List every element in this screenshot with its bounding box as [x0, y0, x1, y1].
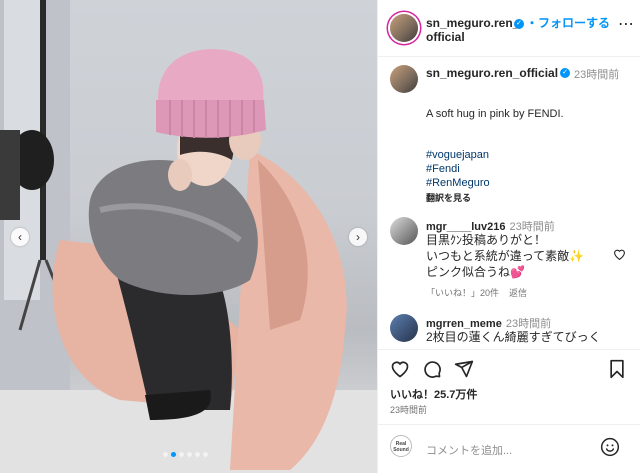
- likes-count[interactable]: いいね！25.7万件: [390, 386, 477, 402]
- post-side-panel: sn_meguro.ren_ official ✓ ・フォローする ⋯ sn_m…: [377, 0, 640, 473]
- verified-badge-icon: ✓: [560, 68, 570, 78]
- chevron-right-icon: ›: [356, 230, 360, 244]
- carousel-dot: [163, 452, 168, 457]
- author-username-line2[interactable]: official: [426, 30, 526, 44]
- post-photo[interactable]: ‹ ›: [0, 0, 377, 473]
- comment-avatar[interactable]: [390, 314, 418, 342]
- author-username-line1[interactable]: sn_meguro.ren_: [426, 16, 526, 30]
- verified-badge-icon: ✓: [514, 19, 524, 29]
- carousel-dot: [203, 452, 208, 457]
- comments-scroll-area[interactable]: sn_meguro.ren_official ✓ 23時間前 A soft hu…: [378, 58, 640, 348]
- hashtag-link[interactable]: #voguejapan: [426, 149, 489, 161]
- carousel-dot-active: [171, 452, 176, 457]
- comment-text-line: ピンク似合うね💕: [426, 265, 525, 279]
- add-comment-input[interactable]: コメントを追加...: [426, 442, 512, 458]
- comment-text-line: 目黒ｸﾝ投稿ありがと！: [426, 233, 547, 247]
- share-paper-plane-icon[interactable]: [454, 359, 474, 379]
- reply-button[interactable]: 返信: [509, 288, 527, 298]
- more-options-icon[interactable]: ⋯: [618, 14, 635, 34]
- post-actions: いいね！25.7万件 23時間前: [378, 349, 640, 435]
- caption-text: A soft hug in pink by FENDI.: [426, 108, 564, 120]
- caption-author-avatar[interactable]: [390, 65, 418, 93]
- author-avatar[interactable]: [390, 14, 418, 42]
- translate-link[interactable]: 翻訳を見る: [426, 191, 471, 204]
- hashtag-link[interactable]: #Fendi: [426, 163, 460, 175]
- previous-photo-button[interactable]: ‹: [11, 228, 29, 246]
- next-photo-button[interactable]: ›: [349, 228, 367, 246]
- comment-meta: 「いいね！」20件 返信: [426, 286, 537, 299]
- hashtag-link[interactable]: #RenMeguro: [426, 177, 490, 189]
- comment-bubble-icon[interactable]: [422, 359, 442, 379]
- comment-avatar[interactable]: [390, 217, 418, 245]
- real-sound-avatar: Real Sound: [390, 435, 412, 457]
- comment-text-line: 2枚目の蓮くん綺麗すぎてびっく: [426, 330, 601, 344]
- carousel-indicator: [163, 452, 208, 457]
- post-time: 23時間前: [390, 405, 428, 415]
- emoji-smiley-icon[interactable]: [600, 437, 620, 457]
- like-heart-icon[interactable]: [390, 359, 410, 379]
- comment-likes-count[interactable]: 「いいね！」20件: [426, 288, 499, 298]
- post-header: sn_meguro.ren_ official ✓ ・フォローする ⋯: [378, 0, 640, 57]
- photo-illustration: [0, 0, 377, 473]
- caption-username[interactable]: sn_meguro.ren_official: [426, 66, 558, 80]
- carousel-dot: [179, 452, 184, 457]
- save-bookmark-icon[interactable]: [608, 359, 626, 379]
- real-sound-badge-text: Sound: [393, 447, 409, 453]
- carousel-dot: [195, 452, 200, 457]
- chevron-left-icon: ‹: [18, 230, 22, 244]
- follow-button[interactable]: ・フォローする: [526, 16, 610, 30]
- add-comment-bar: Real Sound コメントを追加...: [378, 424, 640, 473]
- author-username[interactable]: sn_meguro.ren_ official: [426, 16, 526, 44]
- carousel-dot: [187, 452, 192, 457]
- comment-like-heart-icon[interactable]: [613, 248, 626, 260]
- caption-time: 23時間前: [574, 69, 620, 81]
- instagram-post-modal: ‹ › sn_meguro.ren_ official ✓ ・フォローする ⋯: [0, 0, 640, 473]
- comment-text-line: いつもと系統が違って素敵✨: [426, 249, 585, 263]
